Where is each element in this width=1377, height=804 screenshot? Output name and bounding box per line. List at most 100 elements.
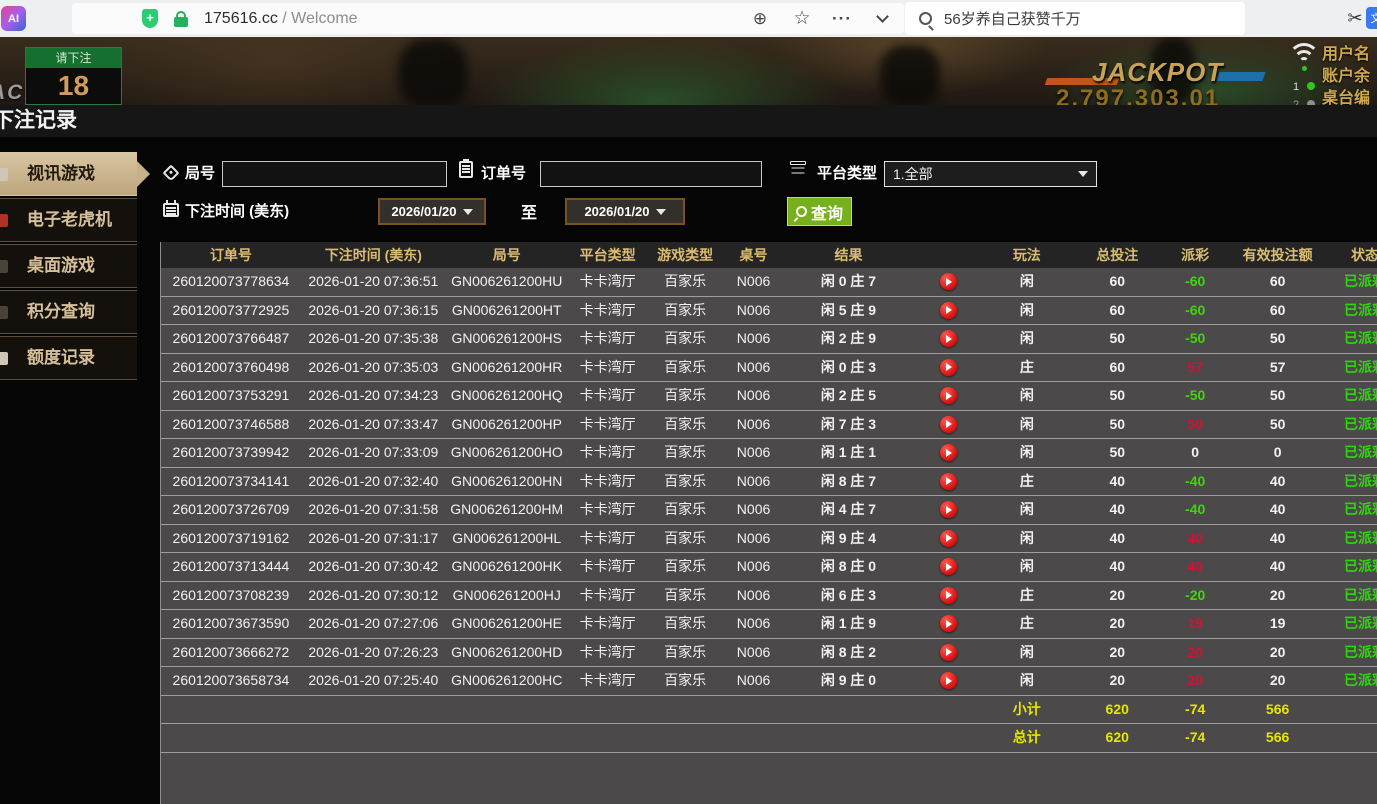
cell-order-no: 260120073753291 (161, 382, 301, 410)
cell-game-type: 百家乐 (648, 496, 723, 524)
table-row: 260120073666272 2026-01-20 07:26:23 GN00… (161, 639, 1377, 668)
browser-toolbar: AI + 175616.cc / Welcome ⊕ ☆ ··· ✂ 文 (0, 0, 1377, 37)
col-header-bet: 总投注 (1069, 242, 1165, 268)
replay-icon[interactable] (940, 444, 957, 461)
cell-total-bet: 60 (1069, 268, 1165, 296)
subtotal-label: 小计 (984, 696, 1069, 724)
query-search-icon (796, 206, 807, 217)
content-panel: 局号 订单号 平台类型 1.全部 下注时间 (美东) 2026/01/20 至 … (137, 137, 1377, 804)
cell-bet-time: 2026-01-20 07:26:23 (301, 639, 446, 667)
cell-result: 闲 9 庄 4 (785, 525, 913, 553)
replay-icon[interactable] (940, 501, 957, 518)
cell-bet-time: 2026-01-20 07:36:15 (301, 297, 446, 325)
col-header-valid: 有效投注额 (1225, 242, 1330, 268)
cell-replay (912, 667, 984, 695)
wifi-icon (1286, 43, 1322, 77)
bookmark-star-icon[interactable]: ☆ (786, 0, 818, 37)
cell-result: 闲 6 庄 3 (785, 582, 913, 610)
sidebar-item[interactable]: 额度记录 (0, 336, 137, 380)
cell-platform: 卡卡湾厅 (568, 667, 648, 695)
address-bar[interactable]: + 175616.cc / Welcome (72, 3, 904, 34)
replay-icon[interactable] (940, 273, 957, 290)
cell-game-type: 百家乐 (648, 439, 723, 467)
subtotal-payout: -74 (1165, 696, 1225, 724)
cell-round-no: GN006261200HQ (446, 382, 568, 410)
cell-payout: -40 (1165, 496, 1225, 524)
date-caret-icon (656, 209, 666, 215)
replay-icon[interactable] (940, 387, 957, 404)
tag-icon (163, 165, 180, 182)
screen: AI + 175616.cc / Welcome ⊕ ☆ ··· ✂ 文 ACE… (0, 0, 1377, 804)
cell-table-no: N006 (723, 553, 785, 581)
cell-platform: 卡卡湾厅 (568, 325, 648, 353)
date-to-picker[interactable]: 2026/01/20 (565, 198, 685, 225)
cell-result: 闲 8 庄 7 (785, 468, 913, 496)
cell-bet-time: 2026-01-20 07:32:40 (301, 468, 446, 496)
round-input[interactable] (222, 161, 447, 187)
sidebar-item[interactable]: 视讯游戏 (0, 152, 137, 196)
cell-game-type: 百家乐 (648, 297, 723, 325)
cell-replay (912, 468, 984, 496)
sidebar-item-icon (0, 352, 8, 365)
replay-icon[interactable] (940, 615, 957, 632)
platform-select[interactable]: 1.全部 (884, 161, 1097, 187)
jackpot-widget: JACKPOT 2,797,303.01 (1040, 57, 1270, 105)
replay-icon[interactable] (940, 473, 957, 490)
lock-icon[interactable] (174, 17, 188, 27)
chevron-down-icon[interactable] (866, 0, 898, 37)
cell-replay (912, 525, 984, 553)
cell-table-no: N006 (723, 354, 785, 382)
replay-icon[interactable] (940, 330, 957, 347)
cell-valid-bet: 50 (1225, 325, 1330, 353)
replay-icon[interactable] (940, 530, 957, 547)
replay-icon[interactable] (940, 672, 957, 689)
cell-valid-bet: 50 (1225, 411, 1330, 439)
cell-game-type: 百家乐 (648, 610, 723, 638)
cell-valid-bet: 20 (1225, 582, 1330, 610)
round-filter-label: 局号 (185, 162, 215, 183)
col-header-result: 结果 (785, 242, 913, 268)
cell-round-no: GN006261200HE (446, 610, 568, 638)
browser-search-box[interactable] (905, 2, 1245, 35)
cell-platform: 卡卡湾厅 (568, 582, 648, 610)
cell-play-type: 庄 (984, 582, 1069, 610)
date-from-picker[interactable]: 2026/01/20 (378, 198, 486, 225)
query-button[interactable]: 查询 (787, 197, 852, 226)
shield-plus-icon[interactable]: + (142, 9, 158, 28)
replay-icon[interactable] (940, 359, 957, 376)
locate-icon[interactable]: ⊕ (744, 0, 776, 37)
cell-payout: 20 (1165, 667, 1225, 695)
order-input[interactable] (540, 161, 762, 187)
replay-icon[interactable] (940, 302, 957, 319)
replay-icon[interactable] (940, 587, 957, 604)
cell-status: 已派彩 (1330, 553, 1377, 581)
ai-app-icon[interactable]: AI (1, 6, 26, 31)
cell-total-bet: 50 (1069, 382, 1165, 410)
cell-total-bet: 40 (1069, 496, 1165, 524)
cell-play-type: 庄 (984, 610, 1069, 638)
cell-payout: -60 (1165, 268, 1225, 296)
cell-status: 已派彩 (1330, 582, 1377, 610)
cell-total-bet: 20 (1069, 667, 1165, 695)
translate-extension-icon[interactable]: 文 (1366, 7, 1377, 29)
cell-valid-bet: 60 (1225, 268, 1330, 296)
cell-round-no: GN006261200HK (446, 553, 568, 581)
cell-game-type: 百家乐 (648, 382, 723, 410)
cell-bet-time: 2026-01-20 07:35:38 (301, 325, 446, 353)
replay-icon[interactable] (940, 416, 957, 433)
table-row: 260120073778634 2026-01-20 07:36:51 GN00… (161, 268, 1377, 297)
stream-line-1[interactable]: 1 (1293, 81, 1315, 93)
sidebar-item[interactable]: 桌面游戏 (0, 244, 137, 288)
replay-icon[interactable] (940, 644, 957, 661)
cell-order-no: 260120073772925 (161, 297, 301, 325)
browser-search-input[interactable] (942, 9, 1222, 28)
cell-platform: 卡卡湾厅 (568, 468, 648, 496)
more-options-icon[interactable]: ··· (826, 0, 858, 37)
subtotal-valid: 566 (1225, 696, 1330, 724)
cell-total-bet: 20 (1069, 610, 1165, 638)
replay-icon[interactable] (940, 558, 957, 575)
url-text[interactable]: 175616.cc / Welcome (204, 10, 358, 28)
sidebar-item[interactable]: 积分查询 (0, 290, 137, 334)
sidebar-item[interactable]: 电子老虎机 (0, 198, 137, 242)
cell-result: 闲 1 庄 1 (785, 439, 913, 467)
